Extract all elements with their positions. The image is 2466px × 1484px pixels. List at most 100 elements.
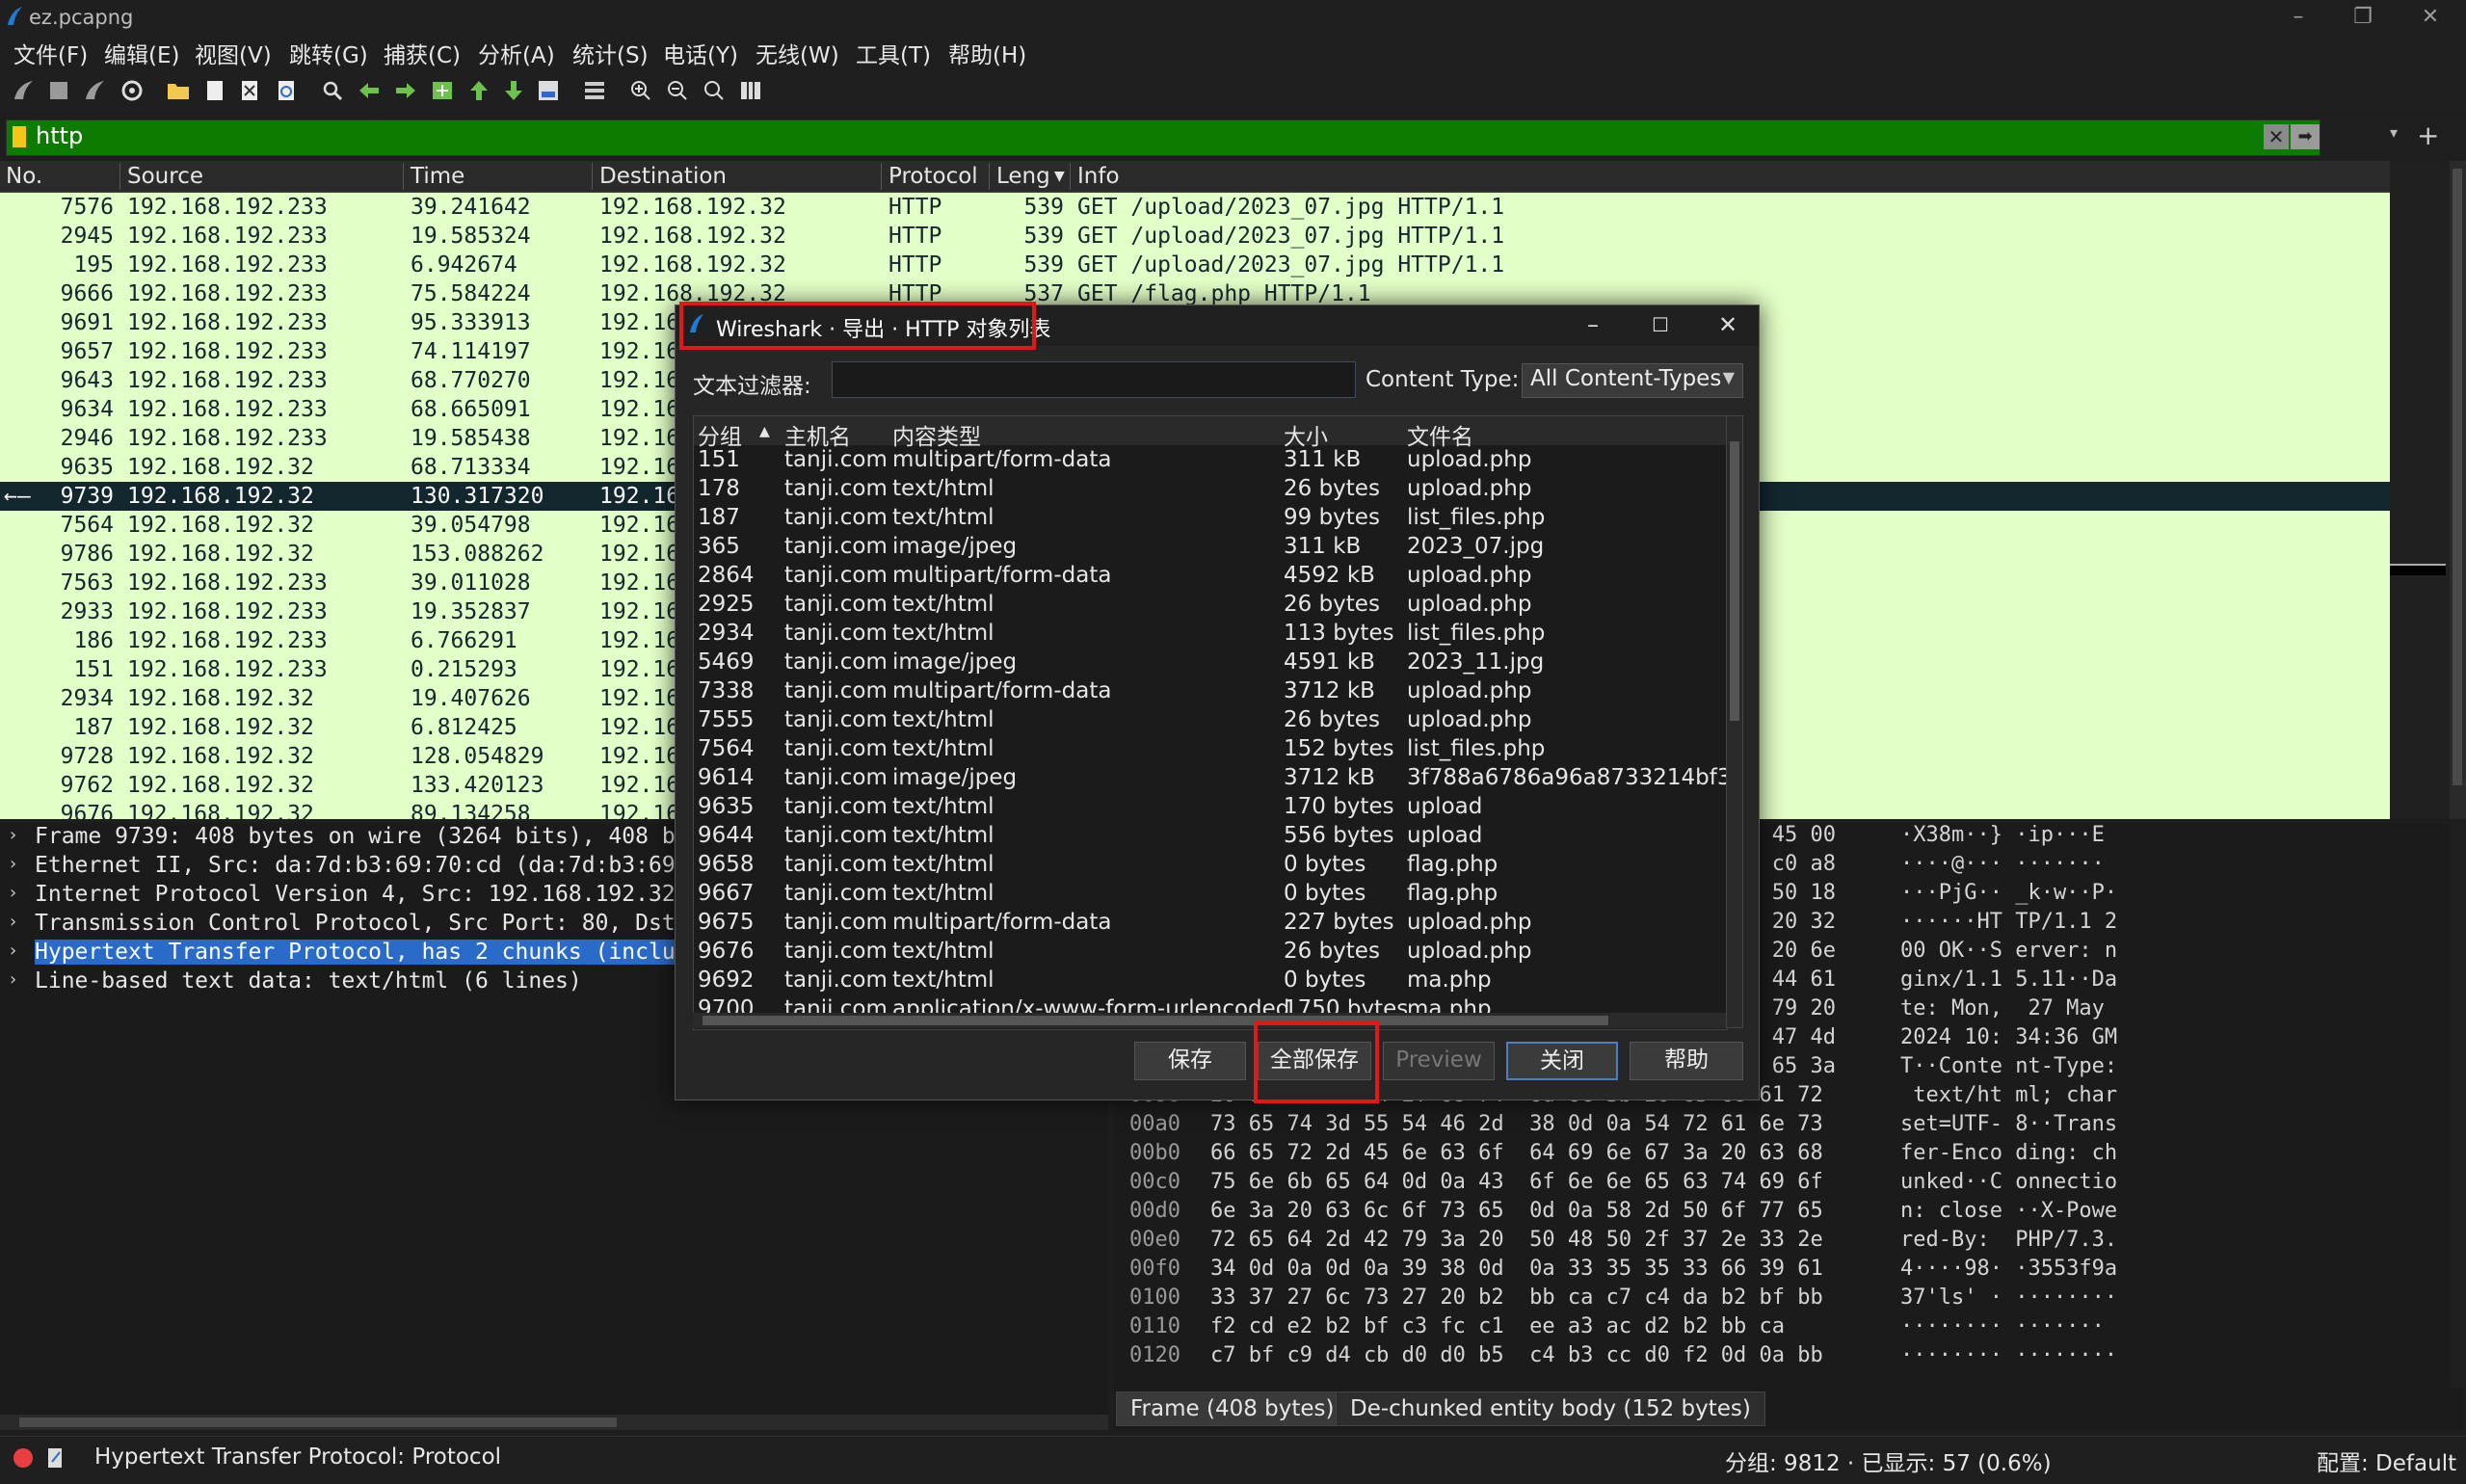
bytes-row[interactable]: 00a0 73 65 74 3d 55 54 46 2d 38 0d 0a 54 … xyxy=(1114,1112,2449,1141)
packet-minimap[interactable] xyxy=(2390,161,2450,819)
zoom-in-icon[interactable] xyxy=(628,78,653,103)
expand-chevron-icon[interactable]: › xyxy=(8,912,18,932)
auto-scroll-icon[interactable] xyxy=(536,78,561,103)
start-capture-icon[interactable] xyxy=(12,78,37,103)
bytes-row[interactable]: 00f0 34 0d 0a 0d 0a 39 38 0d 0a 33 35 35 … xyxy=(1114,1257,2449,1285)
go-forward-icon[interactable] xyxy=(393,78,418,103)
col-source[interactable]: Source xyxy=(127,164,203,189)
close-window-button[interactable]: ✕ xyxy=(2411,4,2450,31)
stop-capture-icon[interactable] xyxy=(46,78,71,103)
object-row[interactable]: 9692 tanji.com text/html 0 bytes ma.php xyxy=(694,966,1727,994)
object-row[interactable]: 151 tanji.com multipart/form-data 311 kB upl… xyxy=(694,445,1727,474)
object-row[interactable]: 5469 tanji.com image/jpeg 4591 kB 2023_11.jp… xyxy=(694,648,1727,676)
help-button[interactable]: 帮助 xyxy=(1630,1042,1743,1080)
filter-bookmark-icon[interactable] xyxy=(13,126,26,147)
reload-file-icon[interactable] xyxy=(274,78,299,103)
object-row[interactable]: 2925 tanji.com text/html 26 bytes upload.php xyxy=(694,590,1727,619)
bytes-row[interactable]: 00d0 6e 3a 20 63 6c 6f 73 65 0d 0a 58 2d … xyxy=(1114,1199,2449,1228)
menu-wireless[interactable]: 无线(W) xyxy=(756,37,839,69)
bytes-row[interactable]: 00b0 66 65 72 2d 45 6e 63 6f 64 69 6e 67 … xyxy=(1114,1141,2449,1170)
packet-row[interactable]: 2945 192.168.192.233 19.585324 192.168.192.… xyxy=(0,222,2390,251)
apply-filter-icon[interactable]: ➡ xyxy=(2291,124,2320,149)
object-table-scrollbar[interactable] xyxy=(1726,415,1743,1028)
menu-go[interactable]: 跳转(G) xyxy=(289,37,368,69)
expand-chevron-icon[interactable]: › xyxy=(8,825,18,845)
find-packet-icon[interactable] xyxy=(320,78,345,103)
display-filter-bar[interactable]: http ✕ ➡ xyxy=(6,119,2320,156)
menu-analyze[interactable]: 分析(A) xyxy=(478,37,555,69)
menu-statistics[interactable]: 统计(S) xyxy=(572,37,649,69)
minimize-button[interactable]: – xyxy=(2279,4,2318,31)
display-filter-input[interactable]: http xyxy=(36,122,83,149)
http-object-table[interactable]: 分组 ▲ 主机名 内容类型 大小 文件名 151 tanji.com multipa… xyxy=(693,415,1728,1030)
object-row[interactable]: 187 tanji.com text/html 99 bytes list_files.… xyxy=(694,503,1727,532)
resize-columns-icon[interactable] xyxy=(738,78,763,103)
bytes-row[interactable]: 0110 f2 cd e2 b2 bf c3 fc c1 ee a3 ac d2 … xyxy=(1114,1314,2449,1343)
object-row[interactable]: 9614 tanji.com image/jpeg 3712 kB 3f788a6786… xyxy=(694,763,1727,792)
capture-options-icon[interactable] xyxy=(119,78,145,103)
object-row[interactable]: 9667 tanji.com text/html 0 bytes flag.php xyxy=(694,879,1727,908)
object-row[interactable]: 9675 tanji.com multipart/form-data 227 byte… xyxy=(694,908,1727,937)
menu-telephony[interactable]: 电话(Y) xyxy=(663,37,738,69)
object-row[interactable]: 9676 tanji.com text/html 26 bytes upload.php xyxy=(694,937,1727,966)
object-row[interactable]: 9635 tanji.com text/html 170 bytes upload xyxy=(694,792,1727,821)
bytes-row[interactable]: 00c0 75 6e 6b 65 64 0d 0a 43 6f 6e 6e 65 … xyxy=(1114,1170,2449,1199)
col-length[interactable]: Leng xyxy=(996,164,1050,189)
save-button[interactable]: 保存 xyxy=(1134,1042,1246,1080)
col-destination[interactable]: Destination xyxy=(599,164,727,189)
colorize-icon[interactable] xyxy=(582,78,607,103)
preview-button[interactable]: Preview xyxy=(1383,1042,1495,1080)
dialog-close-button[interactable]: ✕ xyxy=(1710,311,1745,338)
restart-capture-icon[interactable] xyxy=(83,78,108,103)
go-back-icon[interactable] xyxy=(357,78,382,103)
bytes-row[interactable]: 0100 33 37 27 6c 73 27 20 b2 bb ca c7 c4 … xyxy=(1114,1285,2449,1314)
tab-frame-bytes[interactable]: Frame (408 bytes) xyxy=(1116,1391,1349,1426)
object-row[interactable]: 2864 tanji.com multipart/form-data 4592 kB u… xyxy=(694,561,1727,590)
col-no[interactable]: No. xyxy=(6,164,42,189)
go-first-icon[interactable] xyxy=(466,78,491,103)
expand-chevron-icon[interactable]: › xyxy=(8,941,18,961)
object-table-hscrollbar[interactable] xyxy=(693,1013,1726,1028)
packet-row[interactable]: 7576 192.168.192.233 39.241642 192.168.192.… xyxy=(0,193,2390,222)
normal-size-icon[interactable] xyxy=(702,78,727,103)
tab-dechunked-body[interactable]: De-chunked entity body (152 bytes) xyxy=(1336,1391,1765,1426)
col-info[interactable]: Info xyxy=(1077,164,1120,189)
object-row[interactable]: 7564 tanji.com text/html 152 bytes list_file… xyxy=(694,734,1727,763)
expand-chevron-icon[interactable]: › xyxy=(8,883,18,903)
object-row[interactable]: 9644 tanji.com text/html 556 bytes upload xyxy=(694,821,1727,850)
menu-capture[interactable]: 捕获(C) xyxy=(384,37,461,69)
filter-history-dropdown-icon[interactable]: ▾ xyxy=(2390,123,2398,142)
save-file-icon[interactable] xyxy=(202,78,227,103)
bytes-row[interactable]: 00e0 72 65 64 2d 42 79 3a 20 50 48 50 2f … xyxy=(1114,1228,2449,1257)
add-filter-button-icon[interactable]: + xyxy=(2417,119,2439,151)
menu-help[interactable]: 帮助(H) xyxy=(948,37,1026,69)
object-row[interactable]: 365 tanji.com image/jpeg 311 kB 2023_07.jpg xyxy=(694,532,1727,561)
menu-tools[interactable]: 工具(T) xyxy=(856,37,931,69)
content-type-select[interactable]: All Content-Types ▼ xyxy=(1522,363,1743,398)
expand-chevron-icon[interactable]: › xyxy=(8,854,18,874)
object-row[interactable]: 9658 tanji.com text/html 0 bytes flag.php xyxy=(694,850,1727,879)
restore-button[interactable]: ❐ xyxy=(2344,4,2382,31)
object-row[interactable]: 7555 tanji.com text/html 26 bytes upload.php xyxy=(694,705,1727,734)
open-file-icon[interactable] xyxy=(166,78,191,103)
profile-label[interactable]: 配置: Default xyxy=(2317,1444,2456,1477)
dialog-minimize-button[interactable]: – xyxy=(1576,311,1610,338)
expert-info-icon[interactable] xyxy=(13,1448,33,1468)
packet-list-scrollbar[interactable] xyxy=(2450,161,2466,819)
object-row[interactable]: 178 tanji.com text/html 26 bytes upload.php xyxy=(694,474,1727,503)
dialog-maximize-button[interactable]: ☐ xyxy=(1643,313,1678,336)
zoom-out-icon[interactable] xyxy=(665,78,690,103)
menu-edit[interactable]: 编辑(E) xyxy=(104,37,179,69)
object-row[interactable]: 2934 tanji.com text/html 113 bytes list_file… xyxy=(694,619,1727,648)
packet-row[interactable]: 195 192.168.192.233 6.942674 192.168.192.32… xyxy=(0,251,2390,279)
capture-comment-icon[interactable] xyxy=(46,1446,66,1470)
close-dialog-button[interactable]: 关闭 xyxy=(1506,1042,1618,1080)
go-to-packet-icon[interactable] xyxy=(430,78,455,103)
col-protocol[interactable]: Protocol xyxy=(888,164,978,189)
menu-view[interactable]: 视图(V) xyxy=(195,37,272,69)
details-horizontal-scrollbar[interactable] xyxy=(0,1415,1108,1430)
expand-chevron-icon[interactable]: › xyxy=(8,969,18,990)
bytes-row[interactable]: 0120 c7 bf c9 d4 cb d0 d0 b5 c4 b3 cc d0 … xyxy=(1114,1343,2449,1372)
clear-filter-icon[interactable]: ✕ xyxy=(2264,124,2289,149)
text-filter-input[interactable] xyxy=(832,361,1356,398)
